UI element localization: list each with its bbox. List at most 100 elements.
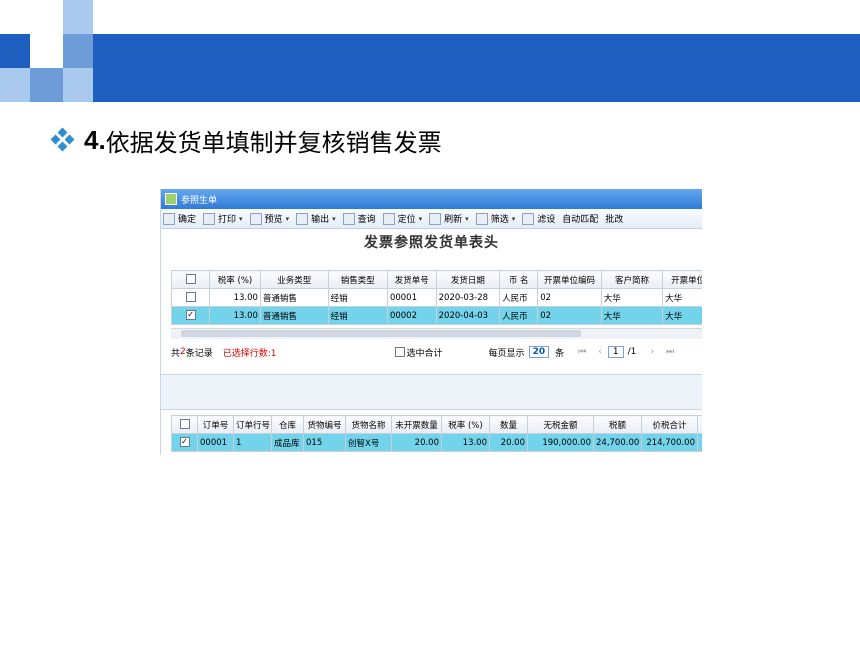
locate-icon bbox=[382, 212, 395, 225]
select-all-checkbox[interactable] bbox=[185, 274, 196, 285]
horizontal-scrollbar[interactable] bbox=[171, 328, 702, 339]
chevron-down-icon[interactable]: ▾ bbox=[512, 215, 516, 223]
table-cell: 13.00 bbox=[209, 306, 261, 325]
decor-square bbox=[63, 34, 93, 68]
pager: 共 2 条记录 已选择行数:1 选中合计 每页显示 20 条 ⏮ ‹ 1 /1 … bbox=[171, 341, 702, 363]
column-header: 销售类型 bbox=[327, 270, 388, 289]
toolbar-action-button[interactable]: 批改 bbox=[605, 212, 623, 225]
table-cell: 00002 bbox=[386, 306, 437, 325]
decor-square bbox=[30, 68, 63, 102]
page-input[interactable]: 1 bbox=[607, 346, 624, 358]
table-cell: 00001 bbox=[386, 288, 437, 307]
per-page-unit: 条 bbox=[555, 348, 565, 359]
column-header: 发货日期 bbox=[435, 270, 501, 289]
row-select-cell[interactable] bbox=[171, 288, 211, 307]
select-all-cell[interactable] bbox=[171, 415, 198, 434]
toolbar-button-label: 批改 bbox=[605, 215, 624, 225]
chevron-down-icon[interactable]: ▾ bbox=[286, 215, 290, 223]
toolbar-check-button[interactable]: 确定 bbox=[163, 212, 196, 225]
filter-icon bbox=[475, 212, 488, 225]
table-cell: 普通销售 bbox=[259, 288, 329, 307]
table-cell: 经销 bbox=[327, 288, 388, 307]
table-row[interactable]: ✓ 00001 1 成品库 015 创智X号 20.00 13.00 20.00 190,000.… bbox=[171, 433, 702, 452]
refresh-icon bbox=[429, 212, 442, 225]
chevron-down-icon[interactable]: ▾ bbox=[465, 215, 469, 223]
toolbar-button-label: 筛选 bbox=[490, 215, 509, 225]
export-icon bbox=[296, 212, 309, 225]
check-icon bbox=[163, 212, 175, 225]
column-header: 货物名称 bbox=[345, 415, 392, 434]
toolbar-filter-button[interactable]: 筛选 ▾ bbox=[475, 212, 516, 225]
next-page-button[interactable]: › bbox=[650, 347, 654, 357]
toolbar-button-label: 确定 bbox=[178, 215, 197, 225]
column-header: 币 名 bbox=[499, 270, 539, 289]
table-cell bbox=[697, 433, 702, 452]
toolbar-preview-button[interactable]: 预览 ▾ bbox=[249, 212, 290, 225]
prev-page-button[interactable]: ‹ bbox=[598, 347, 602, 357]
table-cell: 经销 bbox=[327, 306, 388, 325]
select-all-cell[interactable] bbox=[171, 270, 211, 289]
detail-table-container: 订单号 订单行号 仓库 货物编号 货物名称 未开票数量 税率 (%) 数量 无税金额 税额 价税合计… bbox=[171, 415, 702, 452]
table-cell: 大华 bbox=[600, 306, 664, 325]
decor-square bbox=[0, 68, 30, 102]
slide-heading: 4. 依据发货单填制并复核销售发票 bbox=[50, 122, 442, 158]
table-cell: 1 bbox=[233, 433, 272, 452]
header-title: 发票参照发货单表头 bbox=[364, 235, 499, 251]
select-total-checkbox[interactable] bbox=[394, 347, 405, 357]
table-row[interactable]: ✓ 13.00 普通销售 经销 00002 2020-04-03 人民币 02 大华 大华 bbox=[171, 306, 702, 325]
app-icon bbox=[165, 193, 177, 205]
toolbar-button-label: 滤设 bbox=[537, 215, 556, 225]
table-cell: 人民币 bbox=[499, 288, 539, 307]
toolbar-button-label: 打印 bbox=[218, 215, 237, 225]
reference-window: 参照生单 确定 打印 ▾ 预览 ▾ 输出 ▾ 查询 定位 ▾ 刷新 ▾ 筛选 ▾ 滤设 自动匹配 批改 发票参照… bbox=[160, 189, 702, 455]
column-header: 无税金额 bbox=[527, 415, 594, 434]
page-total: /1 bbox=[627, 347, 637, 357]
toolbar-action-button[interactable]: 自动匹配 bbox=[562, 212, 598, 225]
detail-table: 订单号 订单行号 仓库 货物编号 货物名称 未开票数量 税率 (%) 数量 无税金额 税额 价税合计… bbox=[171, 415, 702, 452]
toolbar-filter-settings-button[interactable]: 滤设 bbox=[522, 212, 555, 225]
select-all-checkbox[interactable] bbox=[179, 419, 190, 430]
column-header: 开票单位名称 bbox=[662, 270, 702, 289]
delivery-table-container: 税率 (%)业务类型销售类型发货单号发货日期币 名开票单位编码客户简称开票单位名… bbox=[171, 270, 702, 325]
panel-separator bbox=[161, 374, 702, 410]
row-select-cell[interactable]: ✓ bbox=[171, 306, 211, 325]
row-checkbox[interactable]: ✓ bbox=[185, 310, 196, 321]
window-title: 参照生单 bbox=[181, 195, 218, 206]
table-cell: 190,000.00 bbox=[527, 433, 594, 452]
table-cell: 20.00 bbox=[391, 433, 442, 452]
header-banner bbox=[0, 34, 860, 102]
toolbar-export-button[interactable]: 输出 ▾ bbox=[296, 212, 336, 225]
column-header: 货物编号 bbox=[303, 415, 346, 434]
last-page-button[interactable]: ⏭ bbox=[666, 347, 674, 357]
toolbar-locate-button[interactable]: 定位 ▾ bbox=[382, 212, 423, 225]
column-header: 发货单号 bbox=[386, 270, 437, 289]
table-header-row: 订单号 订单行号 仓库 货物编号 货物名称 未开票数量 税率 (%) 数量 无税金额 税额 价税合计 bbox=[171, 415, 702, 434]
toolbar-printer-button[interactable]: 打印 ▾ bbox=[203, 212, 243, 225]
row-checkbox[interactable] bbox=[185, 292, 196, 303]
row-checkbox[interactable]: ✓ bbox=[179, 437, 190, 448]
decor-square bbox=[63, 68, 93, 102]
column-header: 订单行号 bbox=[233, 415, 272, 434]
toolbar-query-button[interactable]: 查询 bbox=[342, 212, 376, 225]
column-header: 开票单位编码 bbox=[537, 270, 602, 289]
query-icon bbox=[342, 212, 355, 225]
table-cell: 2020-03-28 bbox=[435, 288, 501, 307]
decor-square bbox=[63, 0, 93, 34]
table-cell: 02 bbox=[537, 306, 602, 325]
row-select-cell[interactable]: ✓ bbox=[171, 433, 198, 452]
scrollbar-thumb[interactable] bbox=[181, 330, 581, 337]
selected-count: 已选择行数:1 bbox=[222, 348, 277, 359]
toolbar-refresh-button[interactable]: 刷新 ▾ bbox=[429, 212, 469, 225]
printer-icon bbox=[203, 212, 216, 225]
per-page-input[interactable]: 20 bbox=[528, 346, 550, 358]
per-page-label: 每页显示 bbox=[488, 348, 525, 359]
chevron-down-icon[interactable]: ▾ bbox=[419, 215, 423, 223]
chevron-down-icon[interactable]: ▾ bbox=[332, 215, 336, 223]
first-page-button[interactable]: ⏮ bbox=[578, 347, 586, 357]
table-cell: 大华 bbox=[662, 306, 702, 325]
table-cell: 214,700.00 bbox=[641, 433, 698, 452]
table-row[interactable]: 13.00 普通销售 经销 00001 2020-03-28 人民币 02 大华 大华 bbox=[171, 288, 702, 307]
chevron-down-icon[interactable]: ▾ bbox=[239, 215, 243, 223]
heading-number: 4. bbox=[84, 124, 106, 155]
table-cell: 大华 bbox=[600, 288, 664, 307]
